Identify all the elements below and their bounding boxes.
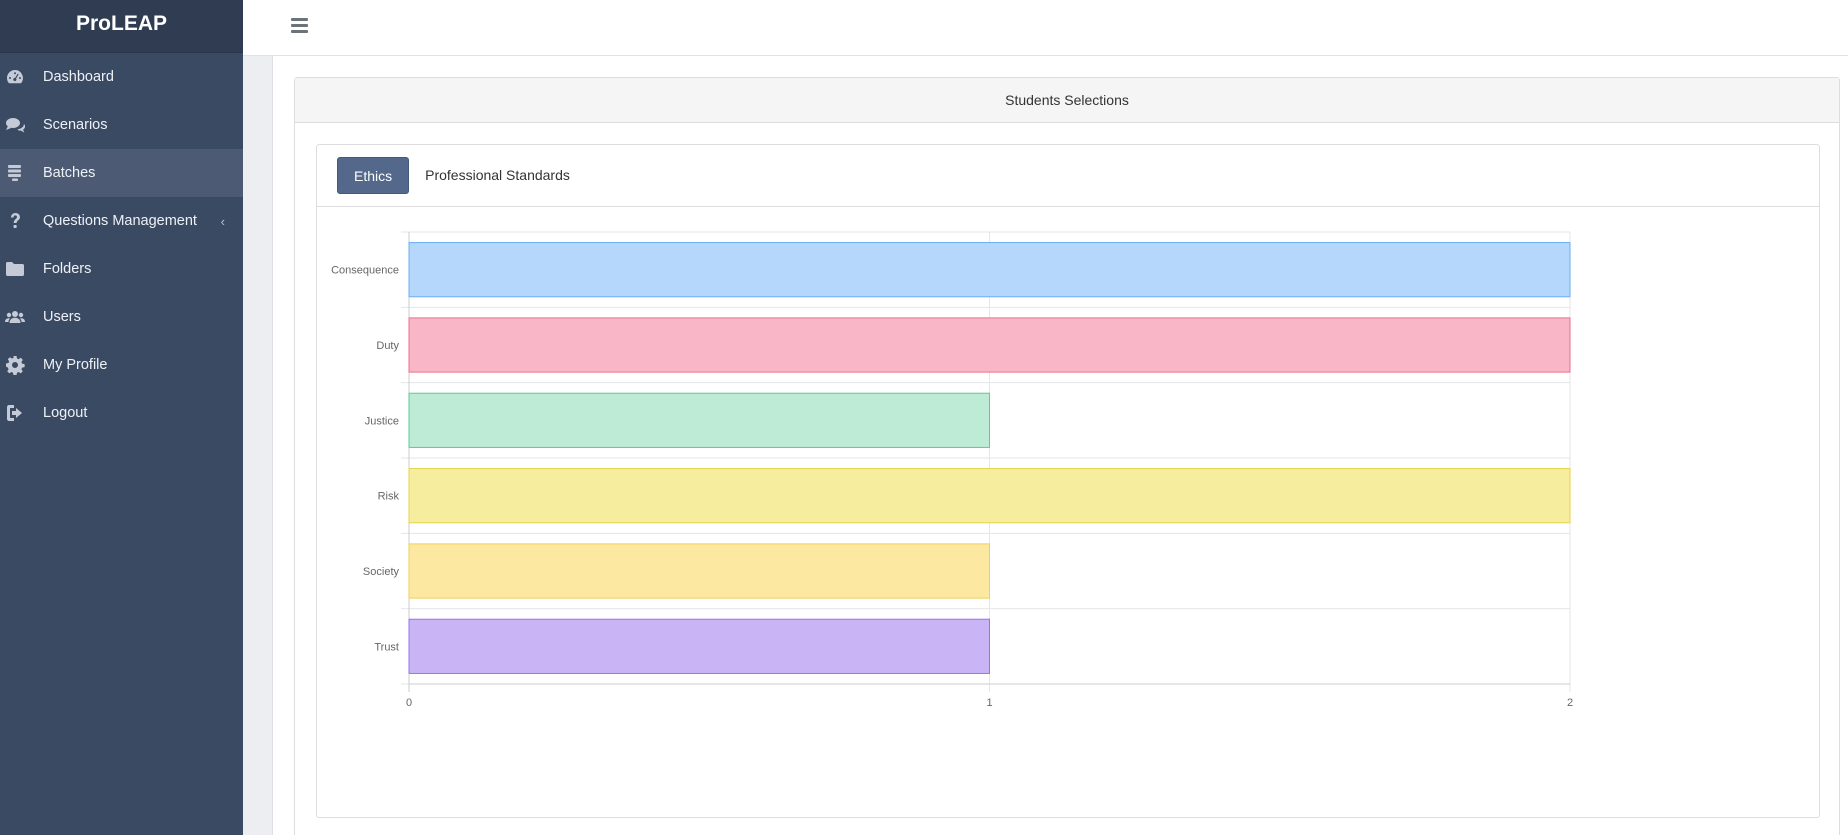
sidebar-item-label: Users (43, 309, 81, 325)
panel-title: Students Selections (295, 78, 1839, 123)
menu-toggle-icon[interactable] (291, 18, 308, 33)
x-tick-label: 1 (986, 697, 992, 709)
y-tick-label: Duty (376, 340, 399, 352)
sidebar-item-label: Folders (43, 261, 92, 277)
chevron-left-icon[interactable]: ‹ (221, 214, 225, 229)
sidebar-item-label: Logout (43, 405, 88, 421)
main-content: Students Selections Ethics Professional … (273, 56, 1848, 835)
sidebar-item-label: Questions Management (43, 213, 197, 229)
sidebar-item-label: My Profile (43, 357, 108, 373)
students-selections-panel: Students Selections Ethics Professional … (294, 77, 1840, 835)
brand-logo[interactable]: ProLEAP (0, 0, 243, 53)
tab-ethics[interactable]: Ethics (337, 157, 410, 194)
top-bar (243, 0, 1848, 56)
logout-icon (0, 403, 43, 423)
users-icon (0, 307, 43, 327)
tab-bar: Ethics Professional Standards (317, 145, 1819, 207)
bar-trust (408, 618, 990, 674)
sidebar: ProLEAP Dashboard Scenarios Batches Ques… (0, 0, 243, 835)
sidebar-item-label: Scenarios (43, 117, 108, 133)
sidebar-item-dashboard[interactable]: Dashboard (0, 53, 243, 101)
x-tick-label: 0 (406, 697, 412, 709)
sidebar-item-my-profile[interactable]: My Profile (0, 341, 243, 389)
bar-justice (408, 392, 990, 448)
x-tick-label: 2 (1567, 697, 1573, 709)
bar-consequence (408, 242, 1571, 298)
y-tick-label: Society (363, 566, 400, 578)
chart-card: Ethics Professional Standards 0 1 2 Consequ… (316, 144, 1820, 818)
question-mark-icon (0, 211, 43, 231)
sidebar-item-scenarios[interactable]: Scenarios (0, 101, 243, 149)
sidebar-item-questions-management[interactable]: Questions Management ‹ (0, 197, 243, 245)
y-tick-label: Justice (365, 415, 399, 427)
dashboard-icon (0, 67, 43, 87)
chat-bubbles-icon (0, 115, 43, 135)
chart-svg: 0 1 2 Consequence Duty Justice Risk Society Trus… (331, 231, 1573, 709)
sidebar-item-folders[interactable]: Folders (0, 245, 243, 293)
y-tick-label: Trust (374, 641, 399, 653)
y-tick-label: Consequence (331, 265, 399, 277)
bar-chart: 0 1 2 Consequence Duty Justice Risk Society Trus… (317, 207, 1819, 817)
gear-icon (0, 355, 43, 375)
bar-risk (408, 468, 1571, 524)
y-tick-label: Risk (378, 491, 400, 503)
bar-duty (408, 317, 1571, 373)
tab-professional-standards[interactable]: Professional Standards (409, 157, 586, 194)
folder-icon (0, 259, 43, 279)
sidebar-item-batches[interactable]: Batches (0, 149, 243, 197)
content-gutter (243, 56, 273, 835)
sidebar-item-label: Dashboard (43, 69, 114, 85)
sidebar-item-logout[interactable]: Logout (0, 389, 243, 437)
sidebar-item-label: Batches (43, 165, 96, 181)
sidebar-item-users[interactable]: Users (0, 293, 243, 341)
sidebar-nav: Dashboard Scenarios Batches Questions Ma… (0, 53, 243, 437)
bar-society (408, 543, 990, 599)
list-icon (0, 163, 43, 183)
